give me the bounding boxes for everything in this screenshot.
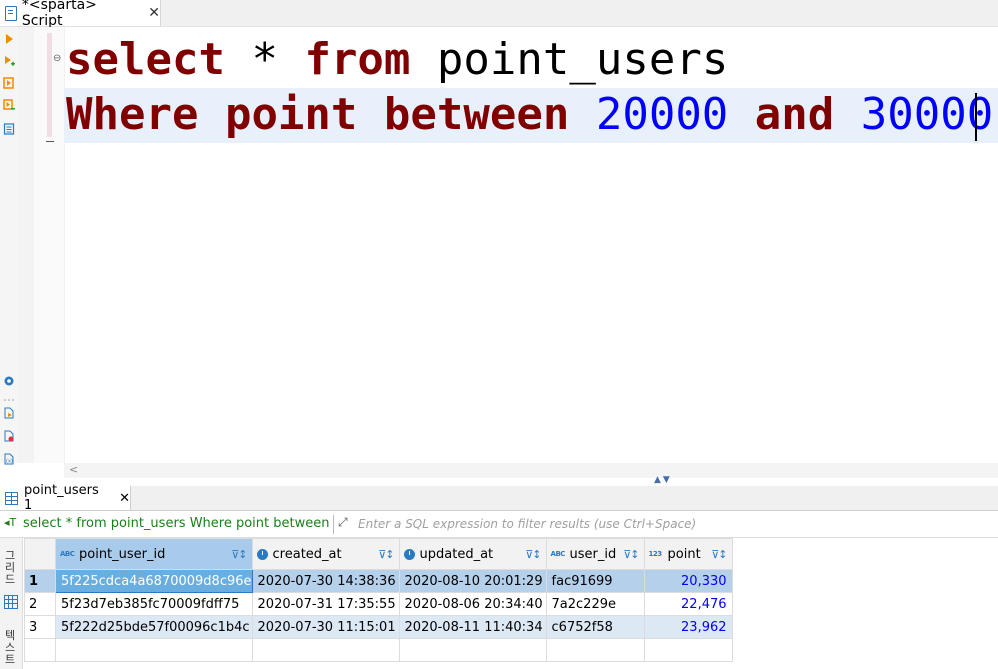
number-type-icon: 123: [648, 550, 663, 558]
editor-tab-label: *<sparta> Script: [21, 0, 97, 29]
filter-input[interactable]: [358, 515, 958, 533]
sql-keyword: from: [304, 34, 411, 85]
sql-table-name: point_users: [436, 34, 729, 85]
cell-point-user-id[interactable]: 5f23d7eb385fc70009fdff75: [55, 592, 253, 616]
filter-sort-icon[interactable]: ⊽↕: [378, 548, 394, 561]
explain-plan-icon[interactable]: [3, 123, 15, 135]
row-number[interactable]: 2: [24, 592, 56, 616]
current-line-marker: [46, 141, 54, 142]
sql-query-icon: ◂T: [4, 516, 17, 529]
fold-icon[interactable]: ⊖: [53, 53, 61, 64]
text-type-icon: ABC: [550, 550, 566, 558]
filter-sort-icon[interactable]: ⊽↕: [525, 548, 541, 561]
close-icon[interactable]: ✕: [148, 5, 160, 21]
svg-text:(x): (x): [6, 459, 13, 465]
table-row[interactable]: 3 5f222d25bde57f00096c1b4c 2020-07-30 11…: [24, 615, 733, 639]
cell-updated-at[interactable]: 2020-08-06 20:34:40: [398, 592, 547, 616]
results-tab-label: point_users 1: [23, 483, 99, 513]
cell-user-id[interactable]: fac91699: [545, 569, 645, 593]
editor-ruler: [18, 27, 34, 463]
cell-point-user-id[interactable]: 5f222d25bde57f00096c1b4c: [55, 615, 253, 639]
sql-operator: *: [251, 34, 278, 85]
change-marker: [47, 33, 52, 137]
table-row[interactable]: 2 5f23d7eb385fc70009fdff75 2020-07-31 17…: [24, 592, 733, 616]
close-icon[interactable]: ✕: [119, 491, 130, 506]
filter-sort-icon[interactable]: ⊽↕: [623, 548, 639, 561]
cell-created-at[interactable]: 2020-07-30 11:15:01: [251, 615, 400, 639]
row-number-header[interactable]: [24, 538, 56, 570]
grid-icon[interactable]: [4, 595, 18, 609]
cell-user-id[interactable]: 7a2c229e: [545, 592, 645, 616]
text-type-icon: ABC: [60, 550, 75, 558]
sql-line-1[interactable]: select * from point_users: [66, 34, 728, 86]
expand-icon[interactable]: ⤢: [338, 515, 348, 530]
result-grid: ABC point_user_id ⊽↕ created_at ⊽↕ updated_…: [24, 538, 733, 662]
clock-icon: [256, 548, 268, 560]
editor-tab-script[interactable]: *<sparta> Script ✕: [0, 0, 161, 29]
editor-tab-bar: *<sparta> Script ✕: [0, 0, 998, 29]
table-row[interactable]: 1 5f225cdca4a6870009d8c96e 2020-07-30 14…: [24, 569, 733, 593]
sql-column-name: point: [224, 89, 358, 140]
row-number[interactable]: 1: [24, 569, 56, 593]
text-caret: [975, 93, 977, 141]
column-header-user-id[interactable]: ABC user_id ⊽↕: [545, 538, 645, 570]
cell-point-user-id[interactable]: 5f225cdca4a6870009d8c96e: [55, 569, 253, 593]
header-row: ABC point_user_id ⊽↕ created_at ⊽↕ updated_…: [24, 538, 733, 570]
grid-view-label[interactable]: 그리드: [3, 550, 17, 586]
results-tab-bar: point_users 1 ✕: [0, 483, 998, 513]
sql-number: 20000: [595, 89, 729, 140]
load-script-icon[interactable]: [3, 430, 15, 442]
execute-script-new-tab-icon[interactable]: [3, 99, 15, 111]
sql-keyword: between: [383, 89, 570, 140]
column-header-point-user-id[interactable]: ABC point_user_id ⊽↕: [55, 538, 253, 570]
cell-point[interactable]: 22,476: [643, 592, 733, 616]
cell-created-at[interactable]: 2020-07-31 17:35:55: [251, 592, 400, 616]
cell-user-id[interactable]: c6752f58: [545, 615, 645, 639]
variables-icon[interactable]: (x): [3, 453, 15, 465]
clock-icon: [403, 548, 415, 560]
row-number[interactable]: 3: [24, 615, 56, 639]
executed-query-text[interactable]: select * from point_users Where point be…: [23, 516, 333, 531]
filter-sort-icon[interactable]: ⊽↕: [231, 548, 247, 561]
editor-horizontal-scrollbar[interactable]: <: [64, 463, 998, 478]
cell-point[interactable]: 20,330: [643, 569, 733, 593]
export-icon[interactable]: [3, 407, 15, 419]
cell-created-at[interactable]: 2020-07-30 14:38:36: [251, 569, 400, 593]
filter-bar: ◂T select * from point_users Where point…: [0, 512, 998, 538]
column-header-created-at[interactable]: created_at ⊽↕: [251, 538, 400, 570]
sql-keyword: select: [66, 34, 225, 85]
gear-icon[interactable]: [3, 375, 15, 387]
column-header-point[interactable]: 123 point ⊽↕: [643, 538, 733, 570]
cell-updated-at[interactable]: 2020-08-10 20:01:29: [398, 569, 547, 593]
sql-line-2[interactable]: Where point between 20000 and 30000: [66, 89, 993, 141]
sql-number: 30000: [860, 89, 994, 140]
execute-script-icon[interactable]: [3, 77, 15, 89]
editor-side-toolbar: (x): [0, 27, 18, 465]
scroll-left-icon[interactable]: <: [69, 463, 78, 476]
column-header-updated-at[interactable]: updated_at ⊽↕: [398, 538, 547, 570]
divider: [333, 515, 334, 534]
script-file-icon: [5, 5, 17, 21]
filter-sort-icon[interactable]: ⊽↕: [711, 548, 727, 561]
cell-point[interactable]: 23,962: [643, 615, 733, 639]
cell-updated-at[interactable]: 2020-08-11 11:40:34: [398, 615, 547, 639]
text-view-label[interactable]: 텍스트: [3, 630, 17, 666]
empty-row: [24, 638, 733, 662]
panel-splitter[interactable]: [0, 478, 998, 486]
results-view-switcher: 그리드 텍스트: [0, 538, 23, 669]
maximize-restore-icon[interactable]: ▲▼: [654, 475, 672, 485]
results-tab[interactable]: point_users 1 ✕: [0, 483, 131, 513]
separator-dots-icon: [4, 399, 14, 401]
sql-keyword: and: [754, 89, 835, 140]
execute-statement-icon[interactable]: [3, 33, 15, 45]
execute-statement-new-tab-icon[interactable]: [3, 55, 15, 67]
table-icon: [5, 491, 18, 505]
sql-keyword: Where: [66, 89, 199, 140]
